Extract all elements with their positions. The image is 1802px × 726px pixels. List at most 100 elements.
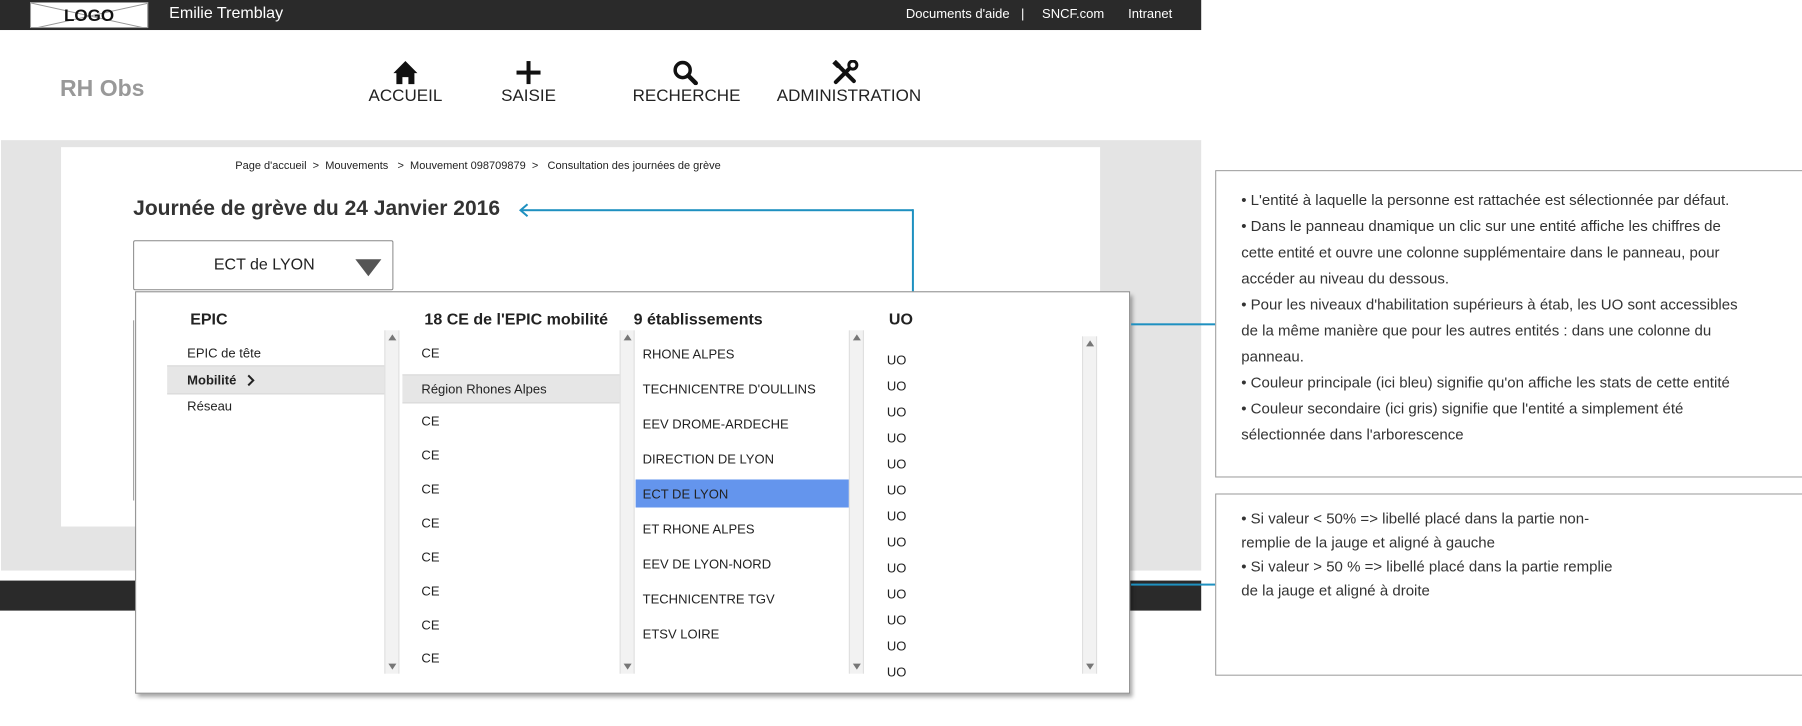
list-item-etablissement[interactable]: RHONE ALPES [643,346,735,361]
note-line: cette entité et ouvre une colonne supplé… [1241,244,1720,262]
list-item-epic[interactable]: Mobilité [187,372,236,387]
chevron-right-icon [247,374,255,387]
column-header-uo: UO [888,311,913,329]
list-item-uo[interactable]: UO [887,404,907,419]
list-item-ce[interactable]: CE [421,413,439,428]
sncf-link[interactable]: SNCF.com [1042,0,1104,28]
list-item-uo[interactable]: UO [887,639,907,654]
scrollbar-ce[interactable] [619,330,635,674]
list-item-etablissement[interactable]: ET RHONE ALPES [643,522,755,537]
scroll-up-icon[interactable] [388,334,397,341]
list-item-uo[interactable]: UO [887,352,907,367]
breadcrumb-mouvements[interactable]: Mouvements [325,160,388,172]
help-docs-link[interactable]: Documents d'aide [906,0,1010,28]
list-item-uo[interactable]: UO [887,535,907,550]
scroll-down-icon[interactable] [388,663,397,670]
list-item-uo[interactable]: UO [887,430,907,445]
nav-saisie[interactable]: SAISIE [497,60,559,106]
list-item-uo[interactable]: UO [887,509,907,524]
breadcrumb-home[interactable]: Page d'accueil [235,160,306,172]
uo-list: UO UO UO UO UO UO UO UO UO UO UO UO UO [887,342,1037,678]
column-header-ce: 18 CE de l'EPIC mobilité [424,311,609,329]
list-item-ce[interactable]: Région Rhones Alpes [421,381,546,396]
breadcrumb-mouvement[interactable]: Mouvement 098709879 [410,160,526,172]
note-line: de la même manière que pour les autres e… [1241,322,1712,340]
scroll-down-icon[interactable] [623,663,632,670]
scroll-up-icon[interactable] [623,334,632,341]
note-line: sélectionnée dans l'arborescence [1241,426,1464,444]
scroll-up-icon[interactable] [852,334,861,341]
list-item-ce[interactable]: CE [421,345,439,360]
scroll-down-icon[interactable] [852,663,861,670]
entity-select[interactable]: ECT de LYON [133,240,394,291]
logo-text: LOGO [64,6,115,26]
note-line: panneau. [1241,348,1304,366]
note-line: • Si valeur > 50 % => libellé placé dans… [1241,558,1613,576]
list-item-ce[interactable]: CE [421,618,439,633]
scroll-up-icon[interactable] [1086,340,1095,347]
nav-administration[interactable]: ADMINISTRATION [777,60,921,106]
list-item-uo[interactable]: UO [887,378,907,393]
nav-label: SAISIE [501,86,556,106]
scrollbar-etablissements[interactable] [848,330,864,674]
scrollbar-uo[interactable] [1082,336,1098,674]
top-bar: LOGO Emilie Tremblay Documents d'aide | … [0,0,1202,31]
entity-dropdown-panel: EPIC EPIC de tête Mobilité Réseau 18 CE … [135,291,1131,694]
breadcrumb-separator: > [397,160,404,173]
list-item-etablissement[interactable]: ECT DE LYON [643,486,729,501]
breadcrumb-separator: > [531,160,539,173]
title-arrow-connector [520,209,913,212]
list-item-uo[interactable]: UO [887,456,907,471]
list-item-ce[interactable]: CE [421,651,439,666]
annotation-note-1: • L'entité à laquelle la personne est ra… [1215,170,1802,478]
list-item-etablissement[interactable]: DIRECTION DE LYON [643,451,774,466]
note-line: • L'entité à laquelle la personne est ra… [1241,192,1730,210]
note-line: • Si valeur < 50% => libellé placé dans … [1241,510,1590,528]
note-line: remplie de la jauge et aligné à gauche [1241,534,1496,552]
home-icon [393,61,418,85]
note-line: • Dans le panneau dnamique un clic sur u… [1241,218,1721,236]
page-title: Journée de grève du 24 Janvier 2016 [133,197,501,221]
list-item-ce[interactable]: CE [421,481,439,496]
nav-label: ADMINISTRATION [776,86,922,106]
list-item-uo[interactable]: UO [887,482,907,497]
breadcrumb: Page d'accueil > Mouvements > Mouvement … [235,160,721,172]
column-header-epic: EPIC [190,311,228,329]
list-item-etablissement[interactable]: EEV DE LYON-NORD [643,557,771,572]
plus-icon [516,61,541,85]
tools-icon [832,60,859,85]
scrollbar-epic[interactable] [384,330,400,674]
search-icon [673,60,698,86]
note-line: • Couleur principale (ici bleu) signifie… [1241,374,1730,392]
app-name[interactable]: RH Obs [60,75,144,102]
list-item-uo[interactable]: UO [887,613,907,628]
note2-connector [1131,583,1216,586]
vertical-connector [911,209,914,293]
list-item-epic[interactable]: EPIC de tête [187,345,261,360]
list-item-ce[interactable]: CE [421,447,439,462]
breadcrumb-separator: > [312,160,320,173]
list-item-ce[interactable]: CE [421,516,439,531]
list-item-etablissement[interactable]: TECHNICENTRE TGV [643,592,775,607]
note-line: • Pour les niveaux d'habilitation supéri… [1241,296,1738,314]
chevron-down-icon [355,259,382,277]
nav-recherche[interactable]: RECHERCHE [633,60,740,106]
user-name[interactable]: Emilie Tremblay [169,0,283,28]
annotation-note-2: • Si valeur < 50% => libellé placé dans … [1215,493,1802,676]
list-item-etablissement[interactable]: TECHNICENTRE D'OULLINS [643,381,816,396]
intranet-link[interactable]: Intranet [1128,0,1172,28]
list-item-etablissement[interactable]: ETSV LOIRE [643,627,720,642]
list-item-uo[interactable]: UO [887,665,907,679]
list-item-etablissement[interactable]: EEV DROME-ARDECHE [643,416,789,431]
list-item-ce[interactable]: CE [421,550,439,565]
logo[interactable]: LOGO [30,2,149,29]
nav-accueil[interactable]: ACCUEIL [368,60,442,106]
list-item-uo[interactable]: UO [887,587,907,602]
note-line: • Couleur secondaire (ici gris) signifie… [1241,400,1684,418]
list-item-epic[interactable]: Réseau [187,398,232,413]
nav-label: ACCUEIL [368,86,443,106]
note1-connector [1131,323,1216,326]
list-item-uo[interactable]: UO [887,561,907,576]
scroll-down-icon[interactable] [1086,663,1095,670]
list-item-ce[interactable]: CE [421,584,439,599]
